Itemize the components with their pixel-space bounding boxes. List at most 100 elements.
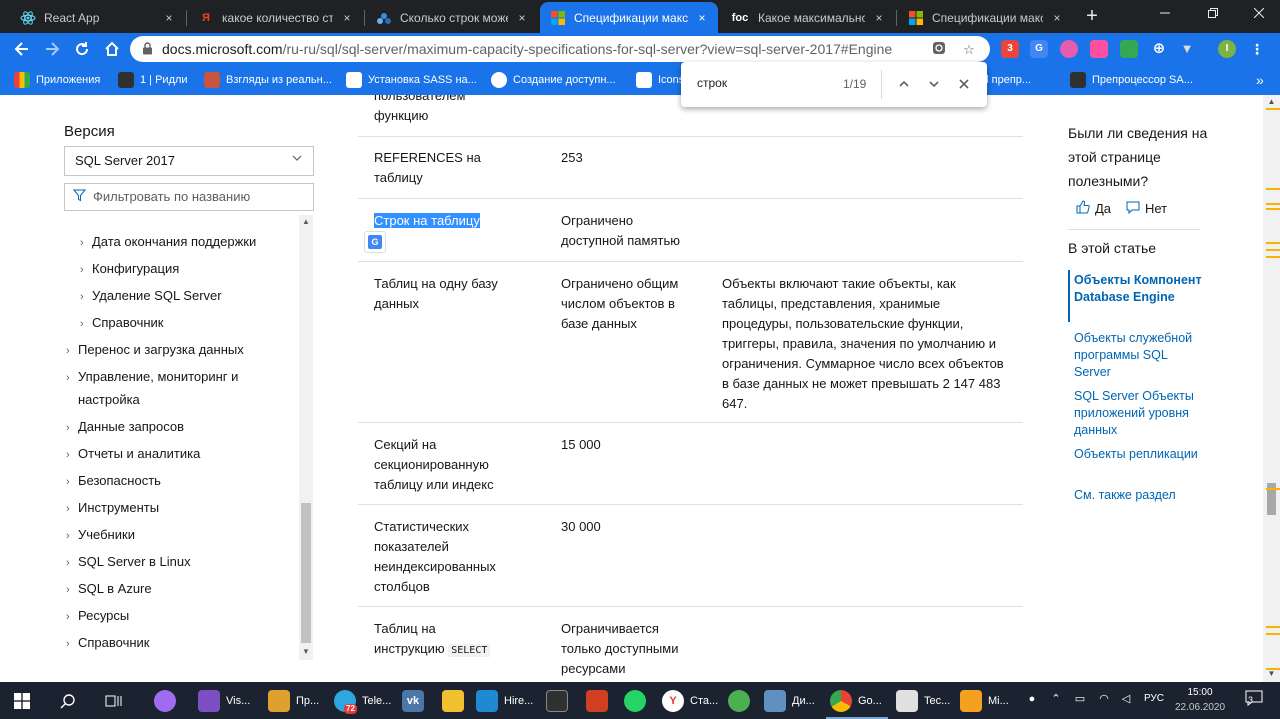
taskbar-app-text-editor[interactable]: Tec... <box>896 686 950 716</box>
taskbar-app-visual-studio[interactable]: Vis... <box>198 686 250 716</box>
toc-item[interactable]: › Данные запросов <box>66 415 184 440</box>
article-link-dac-objects[interactable]: SQL Server Объекты приложений уровня дан… <box>1074 388 1204 439</box>
toc-item[interactable]: › Управление, мониторинг и <box>66 365 238 390</box>
forward-icon[interactable] <box>40 37 64 61</box>
tab-close-icon[interactable]: × <box>339 11 355 25</box>
toc-item[interactable]: › SQL в Azure <box>66 577 152 602</box>
taskbar-app-alice[interactable] <box>154 686 182 716</box>
bookmark-item[interactable]: Взгляды из реальн... <box>204 71 332 89</box>
close-window-icon[interactable] <box>1236 0 1280 30</box>
language-indicator[interactable]: РУС <box>1140 691 1168 707</box>
tab-react-app[interactable]: React App × <box>10 2 185 33</box>
feedback-yes-button[interactable]: Да <box>1076 200 1111 217</box>
taskbar-app-filezilla[interactable] <box>586 686 614 716</box>
toc-scrollbar[interactable]: ▲ ▼ <box>299 215 313 660</box>
taskbar-app-terminal[interactable] <box>546 686 574 716</box>
windows-start-icon[interactable] <box>14 686 30 716</box>
color-picker-icon[interactable] <box>1060 40 1078 58</box>
address-bar[interactable]: docs.microsoft.com/ru-ru/sql/sql-server/… <box>130 36 990 62</box>
tray-chevron-up-icon[interactable]: ⌃ <box>1048 691 1064 707</box>
new-tab-button[interactable]: + <box>1080 5 1104 29</box>
bookmark-star-icon[interactable]: ☆ <box>960 41 978 59</box>
tab-foc[interactable]: foc Какое максимальное к × <box>720 2 895 33</box>
google-translate-popup-icon[interactable]: G <box>364 231 386 253</box>
toc-item[interactable]: › Инструменты <box>66 496 159 521</box>
article-link-utility-objects[interactable]: Объекты служебной программы SQL Server <box>1074 330 1204 381</box>
tab-yandex-search[interactable]: Я какое количество стро × <box>188 2 363 33</box>
toc-item[interactable]: › Дата окончания поддержки <box>80 230 256 255</box>
taskbar-app-utorrent[interactable] <box>728 686 756 716</box>
network-icon[interactable]: ▭ <box>1072 691 1088 707</box>
back-icon[interactable] <box>10 37 34 61</box>
tab-ms-docs-2[interactable]: Спецификации максим × <box>898 2 1073 33</box>
tab-close-icon[interactable]: × <box>694 11 710 25</box>
tab-close-icon[interactable]: × <box>514 11 530 25</box>
extension-pink-icon[interactable] <box>1090 40 1108 58</box>
translate-extension-icon[interactable]: G <box>1030 40 1048 58</box>
find-close-button[interactable] <box>953 74 975 96</box>
clock[interactable]: 15:00 22.06.2020 <box>1175 685 1225 715</box>
toc-item-continuation[interactable]: настройка <box>78 388 140 411</box>
scroll-down-icon[interactable]: ▼ <box>299 647 313 656</box>
bookmarks-more-icon[interactable]: » <box>1256 71 1264 89</box>
extension-green-icon[interactable] <box>1120 40 1138 58</box>
toc-item[interactable]: › Удаление SQL Server <box>80 284 222 309</box>
find-previous-button[interactable] <box>893 74 915 96</box>
bookmark-item[interactable]: 1 | Ридли <box>118 71 188 89</box>
toc-item[interactable]: › Отчеты и аналитика <box>66 442 200 467</box>
version-select[interactable]: SQL Server 2017 <box>64 146 314 176</box>
notification-center-icon[interactable]: 3 <box>1242 689 1266 711</box>
minimize-icon[interactable] <box>1142 0 1188 30</box>
taskbar-app-chrome[interactable]: Go... <box>830 686 882 716</box>
bookmark-item[interactable]: Создание доступн... <box>491 71 616 89</box>
find-input[interactable]: строк <box>697 76 727 90</box>
tab-stackoverflow[interactable]: Сколько строк может × <box>366 2 538 33</box>
toc-item[interactable]: › Конфигурация <box>80 257 179 282</box>
bookmark-item[interactable]: Препроцессор SA... <box>1070 71 1193 89</box>
article-link-engine-objects[interactable]: Объекты Компонент Database Engine <box>1074 272 1204 306</box>
toc-item[interactable]: › Перенос и загрузка данных <box>66 338 244 363</box>
home-icon[interactable] <box>100 37 124 61</box>
toc-item[interactable]: › Справочник <box>66 631 150 656</box>
tab-close-icon[interactable]: × <box>161 11 177 25</box>
taskbar-app-yandex[interactable]: Y Ста... <box>662 686 718 716</box>
find-next-button[interactable] <box>923 74 945 96</box>
toc-item[interactable]: › Справочник <box>80 311 164 336</box>
extension-icon[interactable]: 3 <box>1001 40 1019 58</box>
microphone-icon[interactable]: ● <box>1024 691 1040 707</box>
feedback-no-button[interactable]: Нет <box>1126 200 1167 217</box>
tab-close-icon[interactable]: × <box>871 11 887 25</box>
taskbar-app-notes[interactable] <box>442 686 470 716</box>
taskbar-app-explorer[interactable]: Пр... <box>268 686 319 716</box>
tab-close-icon[interactable]: × <box>1049 11 1065 25</box>
taskbar-app-vk[interactable]: vk <box>402 686 430 716</box>
bookmark-item[interactable]: Icons <box>636 71 684 89</box>
tab-ms-docs-active[interactable]: Спецификации максим × <box>540 2 718 33</box>
search-icon[interactable] <box>60 686 76 716</box>
bookmark-apps[interactable]: Приложения <box>14 71 100 89</box>
filter-input[interactable]: Фильтровать по названию <box>64 183 314 211</box>
article-link-see-also[interactable]: См. также раздел <box>1074 487 1204 504</box>
task-view-icon[interactable] <box>104 686 122 716</box>
toc-item[interactable]: › SQL Server в Linux <box>66 550 191 575</box>
profile-avatar[interactable]: I <box>1218 40 1236 58</box>
taskbar-app-whatsapp[interactable] <box>624 686 652 716</box>
restore-icon[interactable] <box>1190 0 1236 30</box>
article-link-replication-objects[interactable]: Объекты репликации <box>1074 446 1204 463</box>
reload-icon[interactable] <box>70 37 94 61</box>
toc-item[interactable]: › Ресурсы <box>66 604 129 629</box>
menu-kebab-icon[interactable]: ⋮ <box>1248 40 1266 58</box>
scroll-up-icon[interactable]: ▲ <box>1263 97 1280 106</box>
vue-devtools-icon[interactable]: ▼ <box>1178 40 1196 58</box>
volume-icon[interactable]: ◁ <box>1118 691 1134 707</box>
extension-plus-icon[interactable]: ⊕ <box>1150 40 1168 58</box>
scroll-up-icon[interactable]: ▲ <box>299 217 313 226</box>
bookmark-item[interactable]: Установка SASS на... <box>346 71 477 89</box>
scroll-down-icon[interactable]: ▼ <box>1263 669 1280 678</box>
find-in-page-icon[interactable] <box>930 41 948 59</box>
taskbar-app-vscode[interactable]: Hire... <box>476 686 533 716</box>
taskbar-app-dispatcher[interactable]: Ди... <box>764 686 815 716</box>
page-scrollbar[interactable]: ▲ ▼ <box>1263 95 1280 682</box>
taskbar-app-telegram[interactable]: 72 Tele... <box>334 686 391 716</box>
wifi-icon[interactable]: ◠ <box>1096 691 1112 707</box>
